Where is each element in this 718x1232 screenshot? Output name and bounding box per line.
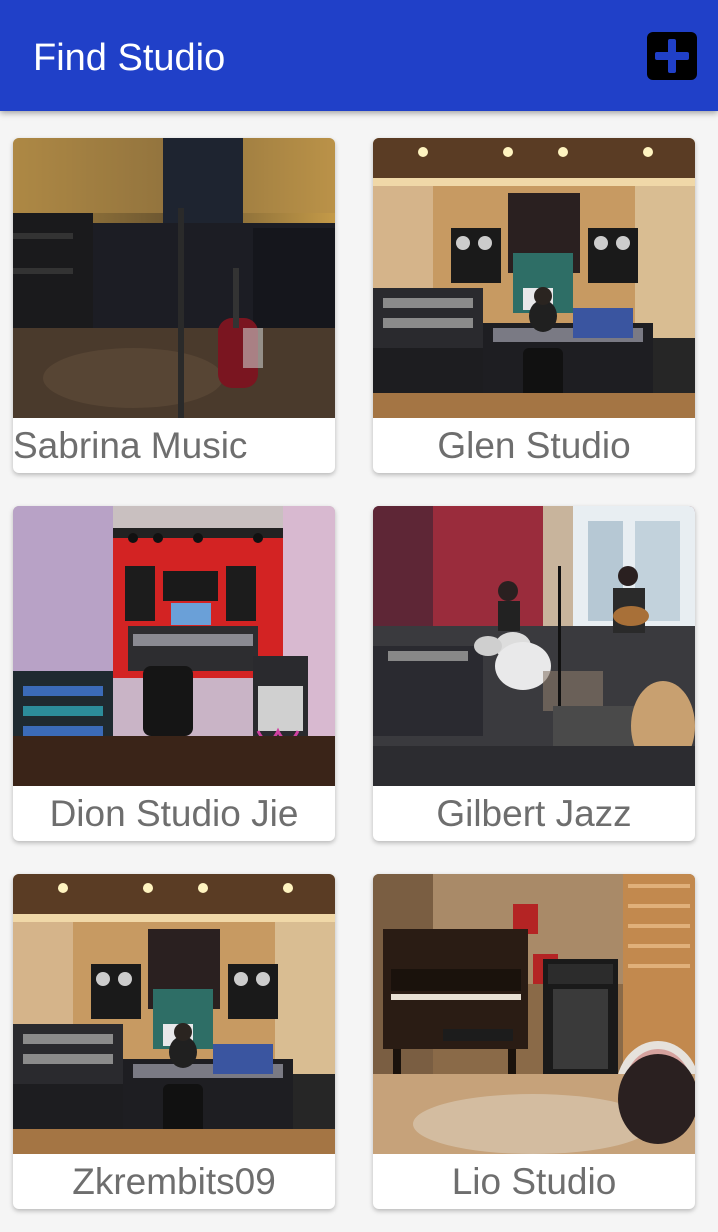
app-bar: Find Studio <box>0 0 718 111</box>
studio-name: Glen Studio <box>437 425 631 466</box>
studio-card[interactable]: Sabrina Music <box>13 138 335 473</box>
studio-name: Dion Studio Jie <box>49 793 299 834</box>
studio-card[interactable]: Gilbert Jazz <box>373 506 695 841</box>
studio-card[interactable]: Zkrembits09 <box>13 874 335 1209</box>
studio-card[interactable]: Dion Studio Jie <box>13 506 335 841</box>
studio-name: Zkrembits09 <box>72 1161 276 1202</box>
studio-card[interactable]: Lio Studio <box>373 874 695 1209</box>
app-title: Find Studio <box>33 37 226 79</box>
add-studio-button[interactable] <box>647 32 697 80</box>
studio-name: Sabrina Music <box>13 425 248 466</box>
studio-photo <box>13 506 335 786</box>
studio-photo <box>13 874 335 1154</box>
studio-photo <box>373 874 695 1154</box>
plus-icon <box>655 39 689 73</box>
studio-name: Lio Studio <box>451 1161 617 1202</box>
studio-photo <box>373 138 695 418</box>
studio-card[interactable]: Glen Studio <box>373 138 695 473</box>
studio-photo <box>13 138 335 418</box>
studio-photo <box>373 506 695 786</box>
studio-name: Gilbert Jazz <box>436 793 632 834</box>
